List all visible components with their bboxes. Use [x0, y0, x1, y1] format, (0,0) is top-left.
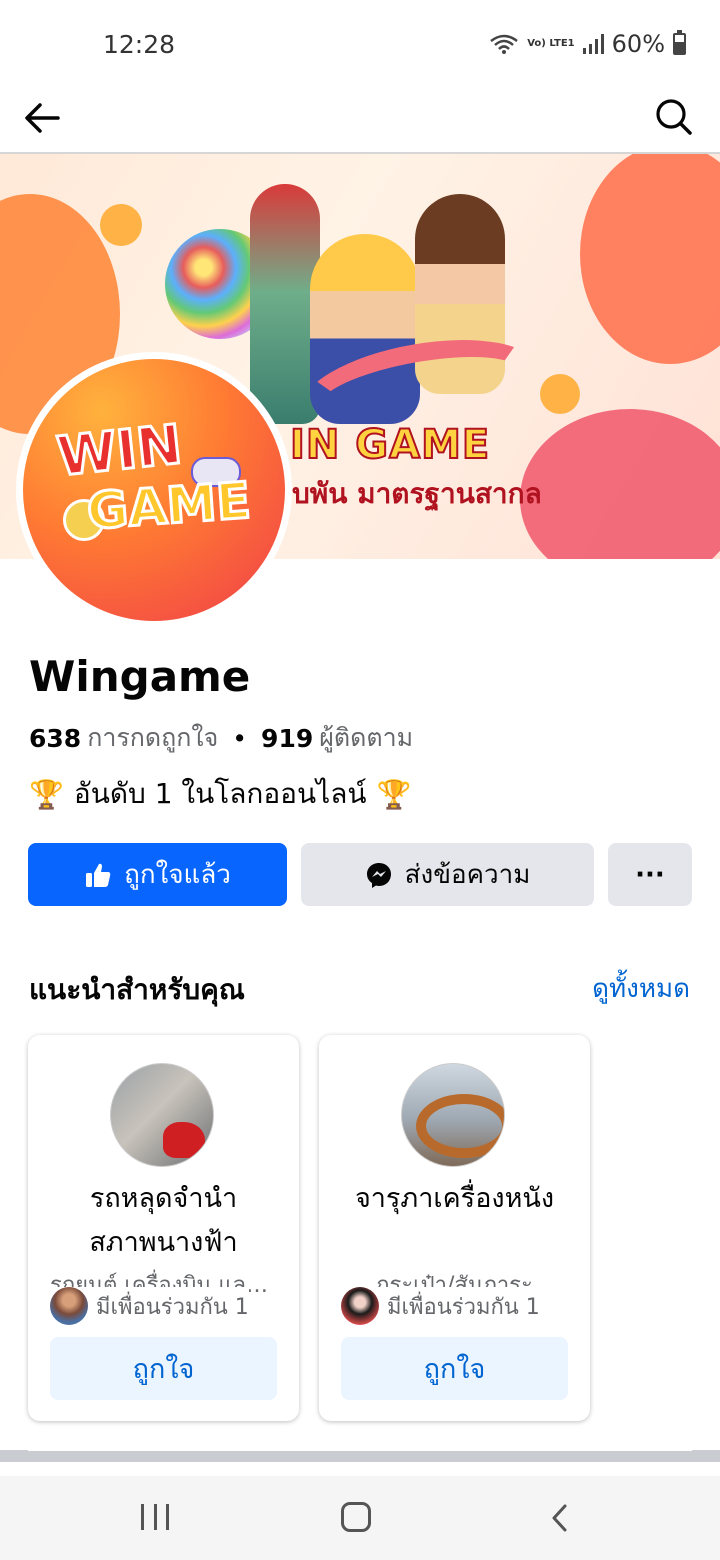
- logo-text: GAME: [84, 470, 254, 542]
- suggestion-name[interactable]: จารุภาเครื่องหนัง: [319, 1177, 590, 1221]
- likes-count: 638: [29, 723, 82, 753]
- cover-decoration: [540, 374, 580, 414]
- battery-icon: [673, 30, 686, 55]
- like-page-button[interactable]: ถูกใจ: [341, 1337, 568, 1400]
- cover-headline: IN GAME: [289, 421, 491, 469]
- recent-apps-icon[interactable]: [141, 1504, 169, 1532]
- suggestion-avatar[interactable]: [110, 1063, 214, 1167]
- like-page-button[interactable]: ถูกใจ: [50, 1337, 277, 1400]
- suggestion-name[interactable]: รถหลุดจำนำสภาพนางฟ้า: [28, 1177, 299, 1265]
- page-stats[interactable]: 638 การกดถูกใจ • 919 ผู้ติดตาม: [29, 718, 413, 758]
- app-bar: [0, 88, 720, 154]
- followers-label: ผู้ติดตาม: [319, 723, 414, 752]
- liked-label: ถูกใจแล้ว: [124, 860, 231, 890]
- battery-percent: 60%: [611, 30, 665, 58]
- status-bar: 12:28 Vo) LTE1 60%: [0, 0, 720, 88]
- suggestion-card[interactable]: รถหลุดจำนำสภาพนางฟ้า รถยนต์ เครื่องบิน แ…: [28, 1035, 299, 1421]
- mutual-friends-label: มีเพื่อนร่วมกัน 1: [387, 1294, 540, 1320]
- signal-icon: [582, 34, 604, 54]
- section-divider: [0, 1450, 720, 1462]
- mutual-friend-avatar: [341, 1287, 379, 1325]
- mutual-friend-avatar: [50, 1287, 88, 1325]
- mutual-friends-label: มีเพื่อนร่วมกัน 1: [96, 1294, 249, 1320]
- back-arrow-icon[interactable]: [20, 96, 64, 140]
- system-nav-bar: [0, 1476, 720, 1560]
- cover-decoration: [520, 409, 720, 559]
- thumbs-up-icon: [86, 863, 111, 887]
- likes-label: การกดถูกใจ: [87, 723, 219, 752]
- message-label: ส่งข้อความ: [404, 860, 531, 890]
- message-button[interactable]: ส่งข้อความ: [301, 843, 594, 906]
- more-icon: ···: [635, 859, 665, 890]
- messenger-icon: [366, 862, 391, 888]
- see-all-link[interactable]: ดูทั้งหมด: [592, 968, 690, 1009]
- system-back-icon[interactable]: [545, 1500, 575, 1536]
- followers-count: 919: [261, 723, 314, 753]
- more-button[interactable]: ···: [608, 843, 692, 906]
- mutual-friends: มีเพื่อนร่วมกัน 1: [341, 1287, 540, 1325]
- wifi-icon: [490, 34, 518, 54]
- cover-decoration: [580, 154, 720, 364]
- status-indicators: Vo) LTE1 60%: [489, 30, 686, 58]
- liked-button[interactable]: ถูกใจแล้ว: [28, 843, 287, 906]
- profile-avatar[interactable]: WIN GAME: [16, 352, 292, 628]
- cover-subline: บพัน มาตรฐานสากล: [292, 477, 542, 510]
- search-icon[interactable]: [654, 97, 694, 137]
- page-title: Wingame: [29, 652, 251, 701]
- status-time: 12:28: [103, 30, 176, 59]
- mutual-friends: มีเพื่อนร่วมกัน 1: [50, 1287, 249, 1325]
- network-type: Vo) LTE1: [527, 38, 575, 49]
- bio-text: อันดับ 1 ในโลกออนไลน์: [73, 777, 367, 810]
- cover-decoration: [100, 204, 142, 246]
- section-divider-line: [28, 1449, 692, 1451]
- suggestion-avatar[interactable]: [401, 1063, 505, 1167]
- page-bio: 🏆 อันดับ 1 ในโลกออนไลน์ 🏆: [29, 772, 411, 816]
- separator-dot: •: [232, 723, 248, 753]
- suggestion-card[interactable]: จารุภาเครื่องหนัง กระเป๋า/สัมภาระ มีเพื่…: [319, 1035, 590, 1421]
- suggestions-title: แนะนำสำหรับคุณ: [29, 973, 245, 1006]
- trophy-icon: 🏆: [29, 777, 64, 811]
- trophy-icon: 🏆: [376, 777, 412, 811]
- wingame-logo: WIN GAME: [23, 359, 285, 621]
- home-icon[interactable]: [341, 1502, 371, 1532]
